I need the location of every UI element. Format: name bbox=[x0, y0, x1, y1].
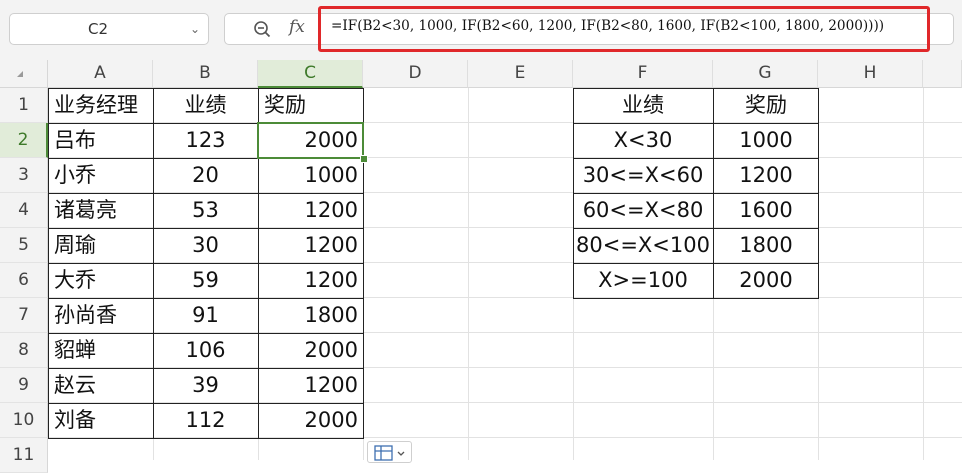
zoom-icon[interactable] bbox=[253, 20, 271, 38]
row-header-11[interactable]: 11 bbox=[0, 438, 48, 473]
name-box[interactable]: C2 ⌄ bbox=[9, 13, 209, 45]
chevron-down-icon[interactable]: ⌄ bbox=[190, 14, 200, 44]
active-cell-selection bbox=[257, 122, 364, 159]
cell-g5[interactable]: 1800 bbox=[713, 228, 819, 263]
cell-g1[interactable]: 奖励 bbox=[713, 88, 819, 123]
formula-bar: C2 ⌄ fx =IF(B2<30, 1000, IF(B2<60, 1200,… bbox=[0, 0, 962, 61]
cell-f4[interactable]: 60<=X<80 bbox=[573, 193, 713, 228]
column-header-f[interactable]: F bbox=[573, 60, 713, 88]
row-header-8[interactable]: 8 bbox=[0, 333, 48, 368]
select-all-corner[interactable] bbox=[0, 60, 48, 88]
column-header-h[interactable]: H bbox=[818, 60, 923, 88]
fill-handle[interactable] bbox=[360, 155, 368, 163]
column-header-a[interactable]: A bbox=[48, 60, 153, 88]
row-header-3[interactable]: 3 bbox=[0, 158, 48, 193]
cell-a7[interactable]: 孙尚香 bbox=[48, 298, 153, 333]
cell-b2[interactable]: 123 bbox=[153, 123, 258, 158]
row-header-2[interactable]: 2 bbox=[0, 123, 48, 158]
cell-a1[interactable]: 业务经理 bbox=[48, 88, 153, 123]
cell-a6[interactable]: 大乔 bbox=[48, 263, 153, 298]
cell-b6[interactable]: 59 bbox=[153, 263, 258, 298]
cell-a10[interactable]: 刘备 bbox=[48, 403, 153, 438]
cell-b8[interactable]: 106 bbox=[153, 333, 258, 368]
cell-c9[interactable]: 1200 bbox=[258, 368, 364, 403]
formula-text[interactable]: =IF(B2<30, 1000, IF(B2<60, 1200, IF(B2<8… bbox=[331, 18, 884, 34]
column-header-c[interactable]: C bbox=[258, 60, 363, 88]
cell-a8[interactable]: 貂蝉 bbox=[48, 333, 153, 368]
column-header-b[interactable]: B bbox=[153, 60, 258, 88]
cell-b9[interactable]: 39 bbox=[153, 368, 258, 403]
cell-c4[interactable]: 1200 bbox=[258, 193, 364, 228]
cell-g3[interactable]: 1200 bbox=[713, 158, 819, 193]
cell-f6[interactable]: X>=100 bbox=[573, 263, 713, 298]
cell-b5[interactable]: 30 bbox=[153, 228, 258, 263]
corner-triangle-icon bbox=[17, 71, 23, 77]
cell-a5[interactable]: 周瑜 bbox=[48, 228, 153, 263]
cell-a4[interactable]: 诸葛亮 bbox=[48, 193, 153, 228]
cell-b1[interactable]: 业绩 bbox=[153, 88, 258, 123]
cell-c1[interactable]: 奖励 bbox=[258, 88, 363, 123]
cell-b7[interactable]: 91 bbox=[153, 298, 258, 333]
cell-f5[interactable]: 80<=X<100 bbox=[573, 228, 713, 263]
cell-c6[interactable]: 1200 bbox=[258, 263, 364, 298]
row-header-10[interactable]: 10 bbox=[0, 403, 48, 438]
row-header-1[interactable]: 1 bbox=[0, 88, 48, 123]
cell-f2[interactable]: X<30 bbox=[573, 123, 713, 158]
quick-analysis-icon bbox=[374, 445, 405, 461]
cell-c7[interactable]: 1800 bbox=[258, 298, 364, 333]
cell-c10[interactable]: 2000 bbox=[258, 403, 364, 438]
cell-a2[interactable]: 吕布 bbox=[48, 123, 153, 158]
name-box-value: C2 bbox=[87, 20, 109, 38]
cell-b3[interactable]: 20 bbox=[153, 158, 258, 193]
row-header-6[interactable]: 6 bbox=[0, 263, 48, 298]
fx-icon[interactable]: fx bbox=[289, 17, 305, 37]
cell-b4[interactable]: 53 bbox=[153, 193, 258, 228]
column-header-d[interactable]: D bbox=[363, 60, 468, 88]
cell-c8[interactable]: 2000 bbox=[258, 333, 364, 368]
cell-g2[interactable]: 1000 bbox=[713, 123, 819, 158]
row-header-4[interactable]: 4 bbox=[0, 193, 48, 228]
cell-b10[interactable]: 112 bbox=[153, 403, 258, 438]
cell-g4[interactable]: 1600 bbox=[713, 193, 819, 228]
cell-c3[interactable]: 1000 bbox=[258, 158, 364, 193]
cell-f3[interactable]: 30<=X<60 bbox=[573, 158, 713, 193]
cell-a3[interactable]: 小乔 bbox=[48, 158, 153, 193]
cell-a9[interactable]: 赵云 bbox=[48, 368, 153, 403]
column-header-g[interactable]: G bbox=[713, 60, 818, 88]
cell-g6[interactable]: 2000 bbox=[713, 263, 819, 298]
row-header-5[interactable]: 5 bbox=[0, 228, 48, 263]
cell-c5[interactable]: 1200 bbox=[258, 228, 364, 263]
row-header-7[interactable]: 7 bbox=[0, 298, 48, 333]
column-header-i[interactable] bbox=[923, 60, 962, 88]
row-header-9[interactable]: 9 bbox=[0, 368, 48, 403]
column-header-e[interactable]: E bbox=[468, 60, 573, 88]
cell-f1[interactable]: 业绩 bbox=[573, 88, 713, 123]
